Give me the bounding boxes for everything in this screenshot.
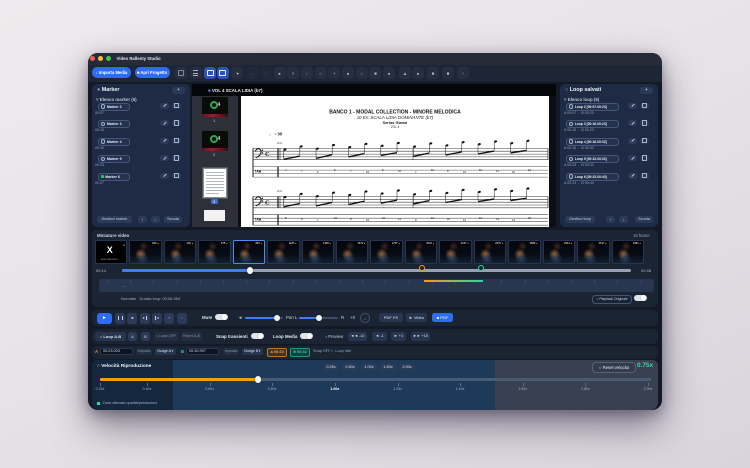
svg-text:C: C (265, 199, 270, 206)
svg-text:12: 12 (479, 216, 483, 220)
svg-text:14: 14 (496, 217, 500, 221)
svg-text:12: 12 (463, 218, 467, 222)
svg-text:12: 12 (431, 216, 435, 220)
svg-text:10: 10 (366, 170, 370, 174)
svg-text:10: 10 (479, 168, 483, 172)
svg-text:15: 15 (528, 216, 532, 220)
svg-text:10: 10 (431, 168, 435, 172)
svg-text:10: 10 (382, 216, 386, 220)
svg-text:10: 10 (463, 170, 467, 174)
svg-text:TAB: TAB (255, 170, 262, 174)
svg-text:12: 12 (528, 168, 532, 172)
svg-text:♩ = 98: ♩ = 98 (269, 132, 282, 137)
svg-text:10: 10 (398, 169, 402, 173)
svg-text:10: 10 (447, 217, 451, 221)
svg-text:10: 10 (512, 170, 516, 174)
svg-text:12: 12 (398, 217, 402, 221)
svg-text:12: 12 (512, 218, 516, 222)
svg-text:12: 12 (496, 169, 500, 173)
svg-text:TAB: TAB (255, 218, 262, 222)
svg-text:VOL 4: VOL 4 (391, 125, 400, 129)
svg-text:4/4 I: 4/4 I (277, 189, 283, 193)
svg-text:10: 10 (366, 218, 370, 222)
svg-text:4/4 I: 4/4 I (277, 141, 283, 145)
svg-text:10 Es: SCALA LIDIA DOMINANTE (: 10 Es: SCALA LIDIA DOMINANTE (b7) (357, 115, 434, 120)
svg-text:10: 10 (334, 216, 338, 220)
svg-text:C: C (265, 151, 270, 158)
